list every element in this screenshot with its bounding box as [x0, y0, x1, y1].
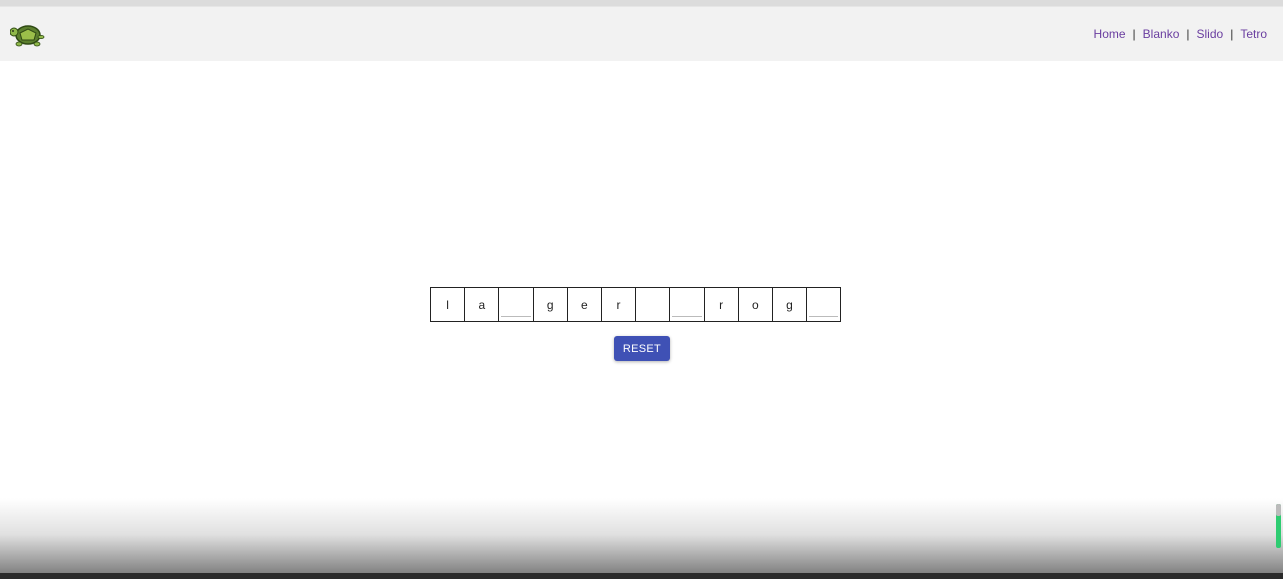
scrollbar-track-top: [1276, 504, 1281, 516]
blank-tile[interactable]: [669, 287, 705, 322]
tile-letter: r: [719, 297, 724, 312]
top-navbar: Home | Blanko | Slido | Tetro: [0, 7, 1283, 61]
letter-tile: l: [430, 287, 466, 322]
letter-tile: g: [771, 287, 808, 322]
letter-tile: g: [532, 287, 568, 322]
video-controls-bar: [0, 573, 1283, 579]
nav-link-tetro[interactable]: Tetro: [1240, 27, 1267, 41]
nav-separator: |: [1132, 27, 1136, 41]
letter-tile: a: [464, 287, 500, 322]
tile-letter: a: [478, 297, 486, 312]
letter-tile: o: [737, 287, 773, 322]
reset-button[interactable]: RESET: [614, 336, 670, 361]
blank-tile-input[interactable]: [672, 304, 702, 317]
letter-tile: r: [703, 287, 739, 322]
tile-letter: g: [786, 297, 793, 312]
blank-tile-input[interactable]: [809, 304, 839, 317]
tile-letter: g: [546, 297, 554, 312]
letter-tile: e: [566, 287, 602, 322]
nav-link-home[interactable]: Home: [1094, 27, 1126, 41]
letter-tile: r: [600, 287, 637, 322]
blank-tile[interactable]: [498, 287, 534, 322]
tile-letter: o: [751, 297, 759, 312]
nav-link-blanko[interactable]: Blanko: [1143, 27, 1180, 41]
nav-links: Home | Blanko | Slido | Tetro: [1094, 27, 1267, 41]
nav-link-slido[interactable]: Slido: [1197, 27, 1224, 41]
nav-separator: |: [1230, 27, 1234, 41]
tile-letter: r: [616, 297, 621, 312]
nav-separator: |: [1186, 27, 1190, 41]
letter-tile: [635, 287, 671, 322]
blank-tile[interactable]: [806, 287, 842, 322]
browser-bookmarks-strip: [0, 0, 1283, 7]
tile-letter: e: [581, 297, 588, 312]
tile-letter: l: [446, 297, 449, 312]
letter-tiles: lagerrog: [430, 287, 842, 322]
blank-tile-input[interactable]: [501, 304, 531, 317]
video-overlay-gradient: [0, 498, 1283, 579]
turtle-icon[interactable]: [10, 21, 46, 47]
